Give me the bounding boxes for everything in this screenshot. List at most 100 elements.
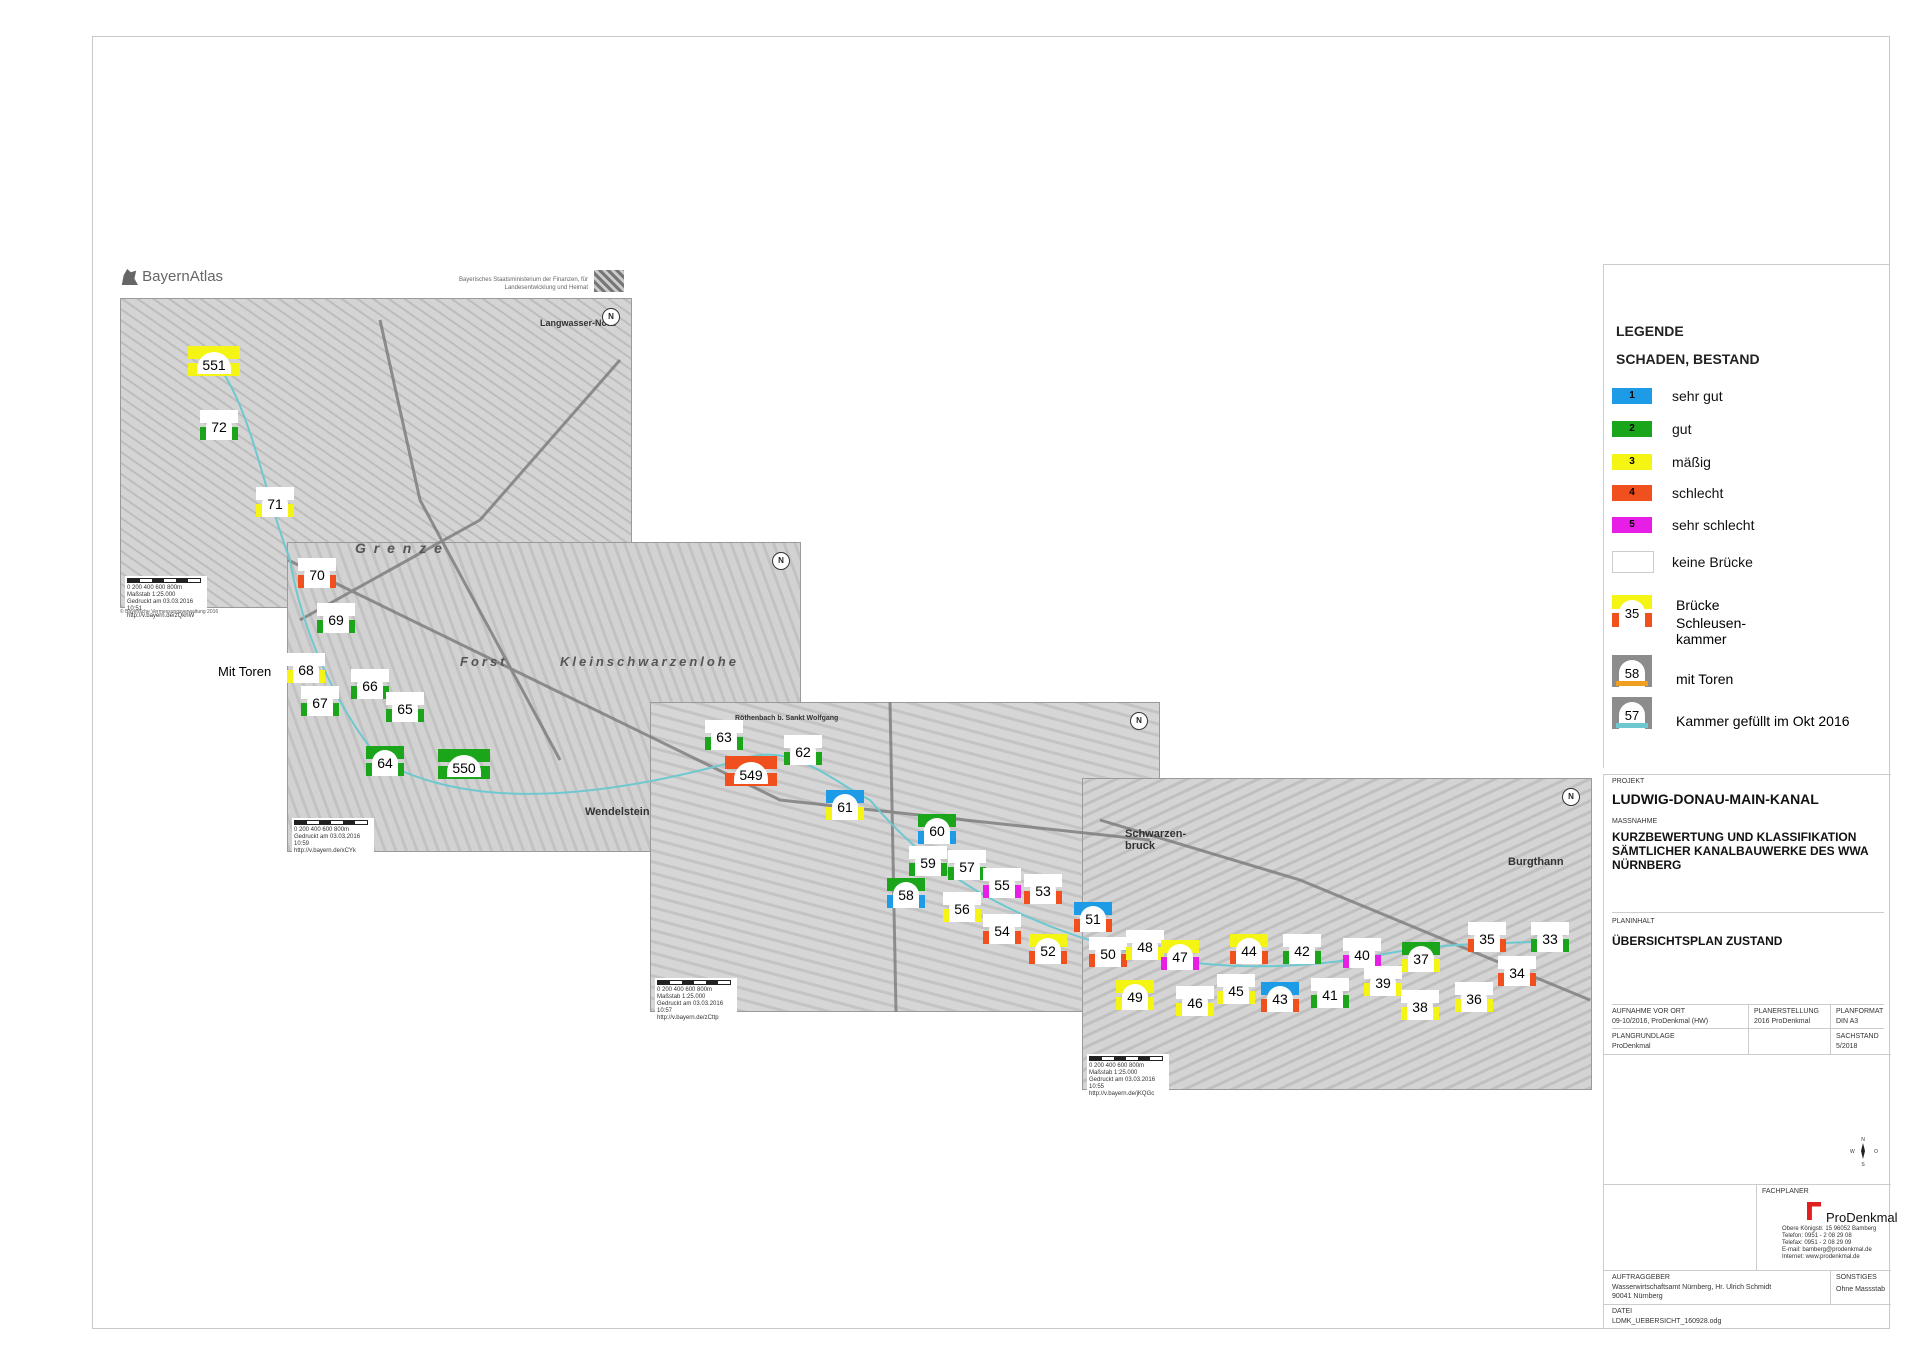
bridge-marker[interactable]: 64 [366,746,404,776]
bridge-marker[interactable]: 49 [1116,980,1154,1010]
bridge-marker[interactable]: 56 [943,892,981,922]
divider [1830,1004,1831,1054]
bridge-marker[interactable]: 46 [1176,986,1214,1016]
legend-class-item: 5 sehr schlecht [1612,514,1882,536]
marker-number: 51 [1085,911,1101,927]
marker-number: 550 [452,760,476,776]
divider [1604,1184,1891,1185]
bridge-marker[interactable]: 52 [1029,934,1067,964]
projekt-label: PROJEKT [1612,778,1645,785]
bridge-marker[interactable]: 33 [1531,922,1569,952]
bridge-marker[interactable]: 45 [1217,974,1255,1004]
bridge-marker[interactable]: 70 [298,558,336,588]
bridge-marker[interactable]: 71 [256,487,294,517]
bridge-marker[interactable]: 47 [1161,940,1199,970]
divider [1604,1304,1891,1305]
divider [1612,912,1884,913]
bridge-marker[interactable]: 40 [1343,938,1381,968]
fachplaner-fax: Telefax: 0951 - 2 08 29 09 [1782,1240,1852,1246]
legend-class-label: gut [1672,421,1692,437]
marker-number: 59 [920,855,936,871]
legend-sample-gefuellt: 57 [1612,697,1652,729]
marker-number: 67 [312,695,328,711]
svg-text:N: N [1861,1137,1865,1143]
bridge-marker[interactable]: 63 [705,720,743,750]
massnahme-value: KURZBEWERTUNG UND KLASSIFIKATION SÄMTLIC… [1612,830,1869,872]
fachplaner-web: Internet: www.prodenkmal.de [1782,1254,1860,1260]
marker-number: 69 [328,612,344,628]
legend-class-item: keine Brücke [1612,551,1882,573]
bridge-marker[interactable]: 60 [918,814,956,844]
marker-number: 57 [959,859,975,875]
legend-class-item: 3 mäßig [1612,451,1882,473]
bridge-marker[interactable]: 549 [725,756,777,786]
bridge-marker[interactable]: 58 [887,878,925,908]
compass-icon: N S W O [1850,1137,1878,1166]
divider [1830,1270,1831,1304]
divider [1748,1004,1749,1054]
marker-number: 33 [1542,931,1558,947]
bridge-marker[interactable]: 68 [287,653,325,683]
bridge-marker[interactable]: 38 [1401,990,1439,1020]
bridge-marker[interactable]: 50 [1089,937,1127,967]
bridge-marker[interactable]: 37 [1402,942,1440,972]
marker-number: 50 [1100,946,1116,962]
bridge-marker[interactable]: 35 [1468,922,1506,952]
marker-number: 63 [716,729,732,745]
marker-number: 70 [309,567,325,583]
marker-number: 55 [994,877,1010,893]
bridge-marker[interactable]: 57 [948,850,986,880]
marker-number: 36 [1466,991,1482,1007]
bridge-marker[interactable]: 53 [1024,874,1062,904]
bridge-marker[interactable]: 69 [317,603,355,633]
planformat-label: PLANFORMAT [1836,1008,1884,1015]
bridge-marker[interactable]: 551 [188,346,240,376]
datei-label: DATEI [1612,1308,1633,1315]
bridge-marker[interactable]: 51 [1074,902,1112,932]
sachstand-value: 5/2018 [1836,1043,1858,1050]
divider [1756,1184,1757,1270]
bridge-marker[interactable]: 61 [826,790,864,820]
bridge-marker[interactable]: 54 [983,914,1021,944]
divider [1612,1028,1884,1029]
bridge-marker[interactable]: 550 [438,749,490,779]
legend-class-item: 1 sehr gut [1612,385,1882,407]
marker-number: 53 [1035,883,1051,899]
bridge-marker[interactable]: 72 [200,410,238,440]
marker-number: 49 [1127,989,1143,1005]
aufnahme-value: 09-10/2016, ProDenkmal (HW) [1612,1018,1709,1025]
prodenkmal-logo-icon [1807,1202,1821,1220]
bridge-marker[interactable]: 39 [1364,966,1402,996]
bridge-marker[interactable]: 41 [1311,978,1349,1008]
marker-number: 66 [362,678,378,694]
planinhalt-label: PLANINHALT [1612,918,1655,925]
bridge-marker[interactable]: 44 [1230,934,1268,964]
legend-swatch: 4 [1612,485,1652,501]
marker-number: 48 [1137,939,1153,955]
bridge-marker[interactable]: 62 [784,735,822,765]
legend-sample-toren: 58 [1612,655,1652,687]
marker-number: 551 [202,357,226,373]
bridge-marker[interactable]: 34 [1498,956,1536,986]
legend-swatch: 2 [1612,421,1652,437]
bridge-marker[interactable]: 43 [1261,982,1299,1012]
plangrundlage-label: PLANGRUNDLAGE [1612,1033,1675,1040]
massnahme-label: MASSNAHME [1612,818,1658,825]
bridge-marker[interactable]: 55 [983,868,1021,898]
bridge-marker[interactable]: 42 [1283,934,1321,964]
legend-subtitle: SCHADEN, BESTAND [1616,351,1760,367]
bridge-marker[interactable]: 36 [1455,982,1493,1012]
fachplaner-address: Obere Königstr. 15 96052 Bamberg [1782,1226,1877,1232]
bridge-marker[interactable]: 59 [909,846,947,876]
legend-class-label: keine Brücke [1672,554,1753,570]
marker-number: 71 [267,496,283,512]
bridge-marker[interactable]: 48 [1126,930,1164,960]
bridge-marker[interactable]: 66 [351,669,389,699]
bridge-marker[interactable]: 67 [301,686,339,716]
auftraggeber-value: Wasserwirtschaftsamt Nürnberg, Hr. Ulric… [1612,1284,1772,1291]
legend-panel: LEGENDE SCHADEN, BESTAND 1 sehr gut 2 gut 3 m… [1603,264,1890,768]
auftraggeber-ort: 90041 Nürnberg [1612,1293,1663,1300]
bridge-marker[interactable]: 65 [386,692,424,722]
marker-number: 549 [739,767,763,783]
legend-label-mit-toren: mit Toren [1676,671,1734,687]
